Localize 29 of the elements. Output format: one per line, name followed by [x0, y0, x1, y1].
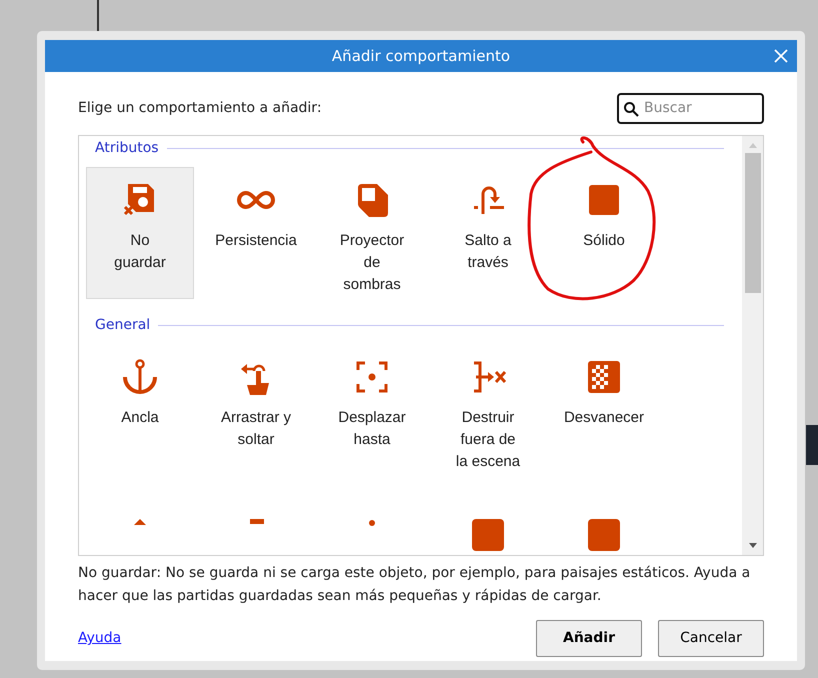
behavior-item[interactable]: Salto a través [434, 167, 542, 299]
behavior-item[interactable]: Persistencia [202, 167, 310, 299]
anchor-icon [120, 357, 160, 397]
behavior-item[interactable]: No guardar [86, 167, 194, 299]
behavior-item[interactable]: Desvanecer [550, 344, 658, 476]
partial-icon [369, 520, 375, 526]
dialog-button[interactable]: Añadir [536, 620, 642, 657]
dialog-title: Añadir comportamiento [332, 46, 510, 67]
dialog-button[interactable]: Cancelar [658, 620, 764, 657]
scroll-down-icon[interactable] [748, 543, 758, 549]
behavior-item[interactable]: Arrastrar y soltar [202, 344, 310, 476]
scroll-up-icon[interactable] [748, 142, 758, 148]
group-heading: Atributos [95, 139, 159, 158]
scrollbar[interactable] [742, 136, 763, 555]
behavior-item[interactable]: Proyector de sombras [318, 167, 426, 299]
behavior-item[interactable]: Ancla [86, 344, 194, 476]
partial-icon [250, 519, 264, 524]
scroll-thumb[interactable] [744, 153, 760, 293]
behavior-item[interactable]: Sólido [550, 167, 658, 299]
behavior-item[interactable]: Destruir fuera de la escena [434, 344, 542, 476]
group-heading: General [95, 316, 150, 335]
search-field[interactable]: Buscar [617, 92, 764, 124]
prompt-text: Elige un comportamiento a añadir: [78, 98, 322, 118]
partial-icon [134, 519, 146, 525]
help-link[interactable]: Ayuda [78, 628, 122, 649]
behavior-item[interactable]: Desplazar hasta [318, 344, 426, 476]
close-button[interactable] [773, 48, 789, 64]
description-text: No guardar: No se guarda ni se carga este objeto, por ejemplo, para paisajes estáticos. Ayuda a hacer que las partidas guardadas sean más pequeñas y rápidas de cargar. [78, 564, 752, 606]
background-panel [806, 425, 818, 465]
